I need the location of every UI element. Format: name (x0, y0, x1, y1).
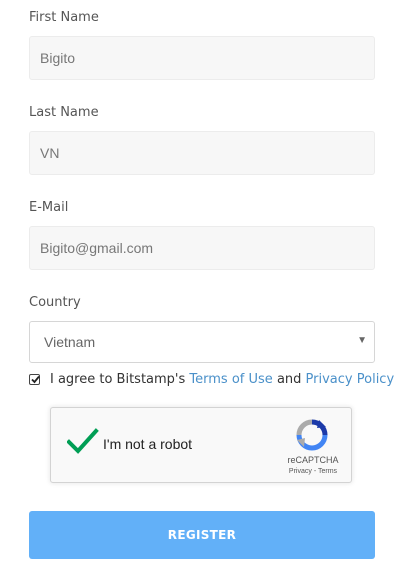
agree-checkbox[interactable] (29, 373, 40, 385)
terms-of-use-link[interactable]: Terms of Use (189, 372, 272, 387)
recaptcha-brand: reCAPTCHA (287, 455, 339, 465)
recaptcha-widget: I'm not a robot reCAPTCHA Privacy - Term… (50, 407, 352, 483)
last-name-field[interactable] (29, 131, 375, 175)
captcha-checkbox[interactable] (66, 427, 99, 462)
first-name-input[interactable] (30, 37, 374, 79)
first-name-field[interactable] (29, 36, 375, 80)
caret-down-icon: ▼ (357, 335, 367, 346)
country-select[interactable]: Vietnam ▼ (29, 321, 375, 363)
green-checkmark-icon (66, 428, 99, 454)
last-name-label: Last Name (29, 105, 99, 120)
agree-text-and: and (276, 371, 302, 387)
country-selected-value: Vietnam (44, 334, 96, 350)
recaptcha-logo-icon (295, 418, 329, 457)
country-label: Country (29, 295, 81, 310)
agree-text: I agree to Bitstamp's Terms of Use and P… (50, 372, 394, 387)
recaptcha-link-separator: - (313, 468, 317, 475)
last-name-input[interactable] (30, 132, 374, 174)
checkmark-icon (31, 375, 40, 383)
agree-row: I agree to Bitstamp's Terms of Use and P… (29, 370, 394, 388)
email-input[interactable] (30, 227, 374, 269)
privacy-policy-link[interactable]: Privacy Policy (306, 372, 395, 387)
recaptcha-terms-link[interactable]: Terms (318, 468, 337, 475)
first-name-label: First Name (29, 10, 99, 25)
agree-text-before: I agree to Bitstamp's (50, 371, 186, 387)
email-field[interactable] (29, 226, 375, 270)
recaptcha-privacy-link[interactable]: Privacy (289, 468, 312, 475)
captcha-label: I'm not a robot (103, 436, 193, 452)
recaptcha-links: Privacy - Terms (281, 468, 345, 475)
register-button[interactable]: REGISTER (29, 511, 375, 559)
email-label: E-Mail (29, 200, 69, 215)
